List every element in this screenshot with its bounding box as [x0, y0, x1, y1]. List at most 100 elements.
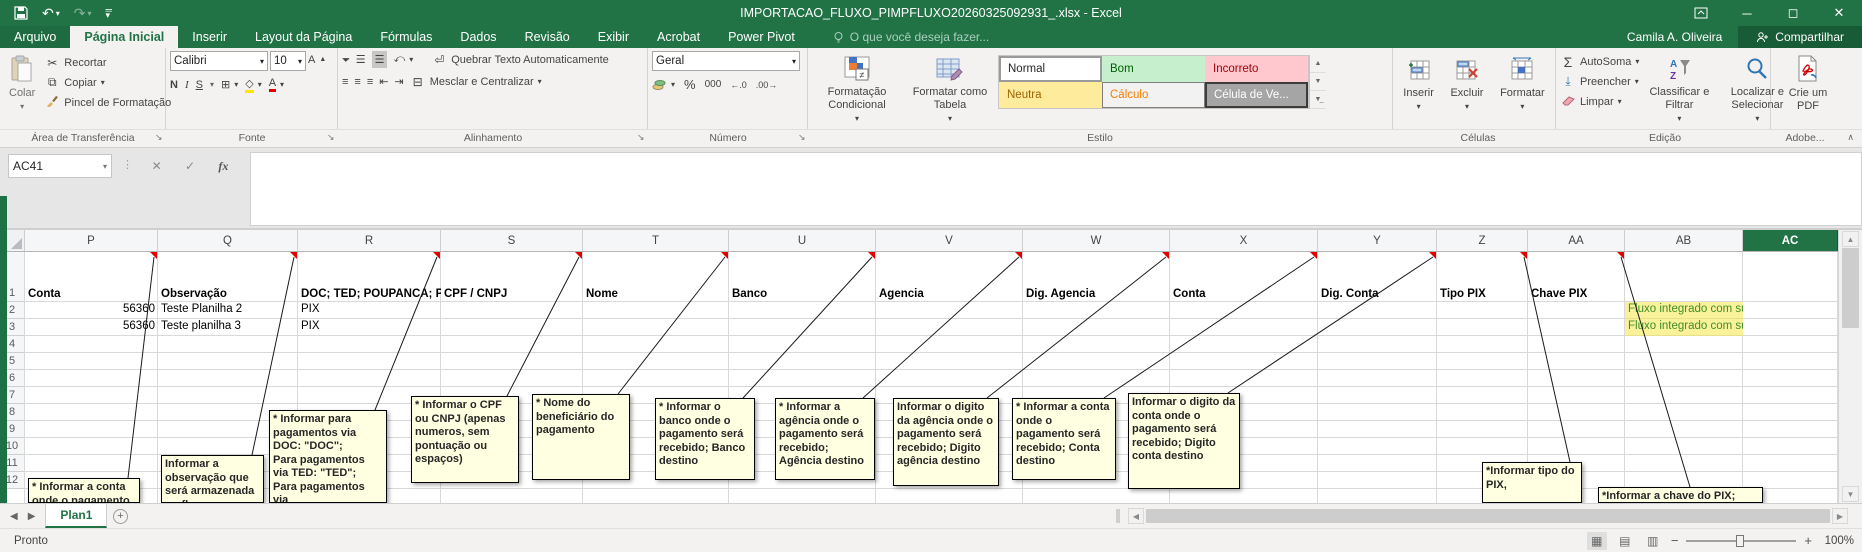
styles-gallery-scroll[interactable]: ▲▼▼̲: [1309, 55, 1326, 109]
cell-R3[interactable]: PIX: [298, 319, 441, 336]
column-header-V[interactable]: V: [876, 230, 1023, 251]
column-header-T[interactable]: T: [583, 230, 729, 251]
column-header-P[interactable]: P: [25, 230, 158, 251]
recortar-button[interactable]: ✂Recortar: [44, 54, 171, 71]
formula-input[interactable]: [250, 152, 1862, 226]
cell-V1[interactable]: Agencia: [876, 252, 1023, 302]
tab-revisao[interactable]: Revisão: [511, 26, 584, 48]
minimize-icon[interactable]: ─: [1724, 0, 1770, 26]
bold-button[interactable]: N: [170, 76, 178, 93]
excluir-button[interactable]: Excluir▾: [1445, 51, 1488, 127]
cell-Z1[interactable]: Tipo PIX: [1437, 252, 1528, 302]
tab-pagina-inicial[interactable]: Página Inicial: [70, 26, 178, 48]
sheet-nav-left-icon[interactable]: ◀: [10, 511, 18, 522]
format-as-table-button[interactable]: Formatar como Tabela▾: [906, 51, 994, 127]
cell-P1[interactable]: Conta: [25, 252, 158, 302]
comma-style-icon[interactable]: 000: [705, 76, 722, 93]
copiar-button[interactable]: ⧉Copiar ▾: [44, 74, 171, 91]
decrease-indent-icon[interactable]: ⇤: [379, 73, 388, 90]
tab-acrobat[interactable]: Acrobat: [643, 26, 714, 48]
column-header-W[interactable]: W: [1023, 230, 1170, 251]
zoom-level[interactable]: 100%: [1820, 535, 1854, 547]
tab-power-pivot[interactable]: Power Pivot: [714, 26, 809, 48]
horizontal-scrollbar[interactable]: ◀ ▶: [1128, 507, 1848, 525]
zoom-out-icon[interactable]: −: [1671, 533, 1679, 548]
cell-Q3[interactable]: Teste planilha 3: [158, 319, 298, 336]
normal-view-icon[interactable]: ▦: [1587, 532, 1607, 550]
align-center-icon[interactable]: ≡: [354, 73, 360, 90]
cancel-entry-icon[interactable]: ✕: [152, 159, 162, 173]
tab-dados[interactable]: Dados: [446, 26, 510, 48]
cell-P2[interactable]: 56360: [25, 302, 158, 319]
align-bottom-icon[interactable]: ☰: [372, 51, 388, 68]
style-incorreto[interactable]: Incorreto: [1205, 56, 1308, 82]
column-header-R[interactable]: R: [298, 230, 441, 251]
cell-AA1[interactable]: Chave PIX: [1528, 252, 1625, 302]
confirm-entry-icon[interactable]: ✓: [185, 159, 195, 173]
zoom-in-icon[interactable]: +: [1804, 533, 1812, 548]
increase-indent-icon[interactable]: ⇥: [394, 73, 403, 90]
borders-icon[interactable]: ⊞▾: [221, 76, 238, 93]
column-header-Z[interactable]: Z: [1437, 230, 1528, 251]
style-neutra[interactable]: Neutra: [999, 82, 1102, 108]
customize-qat-icon[interactable]: ═▾: [106, 8, 112, 18]
column-header-S[interactable]: S: [441, 230, 583, 251]
align-top-icon[interactable]: 🞃̶: [342, 51, 350, 68]
cell-Q1[interactable]: Observação: [158, 252, 298, 302]
column-header-U[interactable]: U: [729, 230, 876, 251]
conditional-formatting-button[interactable]: ≠ Formatação Condicional▾: [812, 51, 902, 127]
sheet-nav-right-icon[interactable]: ▶: [28, 511, 36, 522]
cell-W1[interactable]: Dig. Agencia: [1023, 252, 1170, 302]
cell-Q2[interactable]: Teste Planilha 2: [158, 302, 298, 319]
undo-icon[interactable]: ↶▾: [42, 5, 60, 22]
sheet-body[interactable]: 123456789101112ContaObservaçãoDOC; TED; …: [0, 252, 1838, 503]
font-name-combo[interactable]: Calibri▾: [170, 51, 268, 71]
add-sheet-button[interactable]: +: [107, 504, 133, 528]
insert-function-icon[interactable]: fx: [218, 159, 228, 174]
scroll-right-icon[interactable]: ▶: [1832, 508, 1848, 524]
style-normal[interactable]: Normal: [999, 56, 1102, 82]
wrap-text-button[interactable]: ⏎Quebrar Texto Automaticamente: [431, 51, 609, 68]
alinhamento-dialog-launcher-icon[interactable]: ↘: [637, 132, 645, 143]
formatar-button[interactable]: Formatar▾: [1495, 51, 1550, 127]
clipboard-dialog-launcher-icon[interactable]: ↘: [155, 132, 163, 143]
cell-AB2[interactable]: Fluxo integrado com suc: [1625, 302, 1743, 319]
fonte-dialog-launcher-icon[interactable]: ↘: [327, 132, 335, 143]
cell-AB3[interactable]: Fluxo integrado com suc: [1625, 319, 1743, 336]
scroll-up-icon[interactable]: ▲: [1842, 231, 1859, 247]
column-header-AC[interactable]: AC: [1743, 230, 1838, 251]
column-header-Q[interactable]: Q: [158, 230, 298, 251]
cell-Y1[interactable]: Dig. Conta: [1318, 252, 1437, 302]
inserir-button[interactable]: Inserir▾: [1398, 51, 1439, 127]
maximize-icon[interactable]: ◻: [1770, 0, 1816, 26]
save-icon[interactable]: [14, 6, 28, 20]
tell-me-box[interactable]: O que você deseja fazer...: [809, 26, 989, 48]
underline-button[interactable]: S: [196, 76, 203, 93]
accounting-format-icon[interactable]: ▾: [652, 76, 675, 93]
pincel-button[interactable]: Pincel de Formatação: [44, 94, 171, 111]
tab-layout-da-pagina[interactable]: Layout da Página: [241, 26, 366, 48]
name-box[interactable]: AC41▾: [8, 154, 112, 178]
account-name[interactable]: Camila A. Oliveira: [1627, 30, 1738, 44]
align-middle-icon[interactable]: ☰: [356, 51, 366, 68]
orientation-icon[interactable]: ⤺▾: [393, 51, 413, 68]
numero-dialog-launcher-icon[interactable]: ↘: [798, 132, 806, 143]
vertical-scrollbar[interactable]: ▲ ▼: [1838, 230, 1862, 503]
style-celula-de-verificacao[interactable]: Célula de Ve...: [1205, 82, 1308, 108]
cell-P3[interactable]: 56360: [25, 319, 158, 336]
cell-S1[interactable]: CPF / CNPJ: [441, 252, 583, 302]
tab-exibir[interactable]: Exibir: [584, 26, 643, 48]
horizontal-scroll-thumb[interactable]: [1146, 509, 1830, 523]
column-header-X[interactable]: X: [1170, 230, 1318, 251]
limpar-button[interactable]: Limpar▾: [1560, 93, 1639, 110]
fill-color-icon[interactable]: ◇▾: [245, 76, 261, 93]
font-color-icon[interactable]: A▾: [269, 76, 284, 93]
font-size-combo[interactable]: 10▾: [270, 51, 306, 71]
tab-scroll-splitter[interactable]: [1116, 509, 1120, 523]
crie-um-pdf-button[interactable]: Crie um PDF: [1780, 51, 1836, 127]
collapse-ribbon-icon[interactable]: ∧: [1847, 132, 1854, 143]
zoom-slider-thumb[interactable]: [1736, 535, 1744, 547]
cell-U1[interactable]: Banco: [729, 252, 876, 302]
scroll-down-icon[interactable]: ▼: [1842, 486, 1859, 502]
column-header-AB[interactable]: AB: [1625, 230, 1743, 251]
